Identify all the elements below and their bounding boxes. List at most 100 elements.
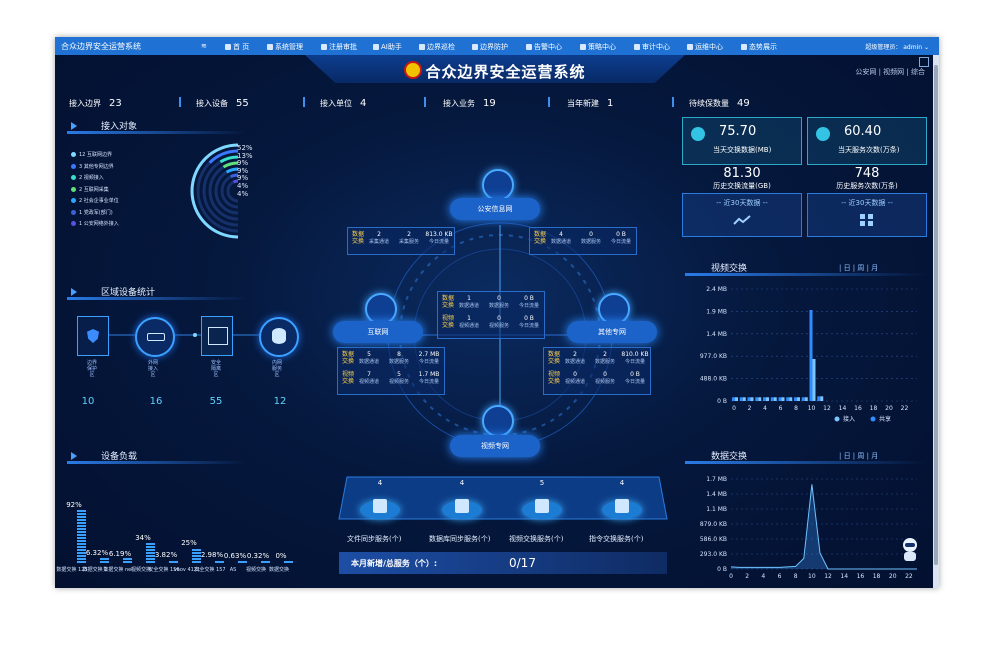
home-icon [225, 44, 231, 50]
legend-label: 共享 [879, 415, 891, 423]
x-tick-label: 6 [779, 405, 783, 412]
service-item[interactable] [597, 489, 647, 521]
region-label: 外网接入区 [148, 360, 159, 378]
nav-system[interactable]: 系统管理 [267, 42, 303, 52]
card-cell: 0 B 今日流量 [606, 231, 636, 245]
card-internet: 数据交换 5 数据通道 8 数据服务 2.7 MB 今日流量 视频交换 7 视频通道 5 视频服务 1.… [337, 347, 445, 395]
card-police-right: 数据交换 4 数据通道 0 数据服务 0 B 今日流量 [529, 227, 637, 255]
card-cell-value: 2 [603, 351, 607, 358]
scrollbar-thumb[interactable] [934, 65, 938, 565]
card-cell: 0 视频服务 [484, 315, 514, 329]
node-police-network[interactable]: 公安信息网 [450, 198, 540, 220]
nav-alarm[interactable]: 告警中心 [526, 42, 562, 52]
fullscreen-icon[interactable] [919, 57, 929, 67]
load-bar [100, 558, 109, 560]
node-other-network[interactable]: 其他专网 [567, 321, 657, 343]
shield-device-icon [77, 316, 109, 356]
card-cell: 0 数据服务 [576, 231, 606, 245]
card-row-label: 数据交换 [342, 351, 355, 365]
card-cell-label: 数据服务 [388, 359, 409, 365]
card-cell-value: 8 [397, 351, 401, 358]
x-tick-label: 22 [905, 573, 913, 580]
legend-label: 2 社会企事业单位 [79, 198, 119, 204]
card-cell-value: 0 B [524, 315, 534, 322]
video-bar-share [766, 397, 769, 401]
nav-policy[interactable]: 策略中心 [580, 42, 616, 52]
nav-ai[interactable]: AI助手 [373, 42, 402, 52]
x-tick-label: 20 [889, 573, 897, 580]
card-cell: 2 采集服务 [394, 231, 424, 245]
legend-item[interactable]: 2 社会企事业单位 [71, 197, 119, 204]
data-period-tabs[interactable]: | 日 | 周 | 月 [839, 451, 878, 461]
card-cell-value: 810.0 KB [621, 351, 649, 358]
user-menu[interactable]: 超级管理员： admin ⌄ [865, 42, 929, 51]
card-cell-label: 今日流量 [428, 239, 449, 245]
card-cell-label: 今日流量 [518, 303, 539, 309]
x-tick-label: 0 [732, 405, 736, 412]
x-tick-label: 2 [745, 573, 749, 580]
section-underline [67, 461, 247, 464]
node-video-network[interactable]: 视频专网 [450, 435, 540, 457]
y-tick-label: 1.4 MB [706, 331, 727, 338]
video-period-tabs[interactable]: | 日 | 周 | 月 [839, 263, 878, 273]
legend-item[interactable]: 2 互联网采集 [71, 186, 109, 193]
radial-bar [222, 161, 238, 169]
nav-protection[interactable]: 边界防护 [472, 42, 508, 52]
load-bar [77, 558, 86, 560]
load-bar [146, 546, 155, 548]
nav-approval[interactable]: 注册审批 [321, 42, 357, 52]
card-row-label: 视频交换 [342, 371, 355, 385]
legend-label: 12 互联网边界 [79, 152, 112, 158]
legend-item[interactable]: 2 视频接入 [71, 174, 104, 181]
load-bar [238, 561, 247, 563]
month-label: 本月新增/总服务（个）: [351, 559, 438, 568]
service-item[interactable] [517, 489, 567, 521]
stat-label: 待续保数量 [689, 99, 729, 108]
nav-audit[interactable]: 审计中心 [634, 42, 670, 52]
legend-item[interactable]: 1 党政军(部门) [71, 209, 113, 216]
hist-value: 748 [854, 166, 880, 181]
legend-label: 接入 [843, 415, 855, 423]
load-bar [169, 561, 178, 563]
video-bar-share [750, 397, 754, 401]
node-internet[interactable]: 互联网 [333, 321, 423, 343]
nav-situation[interactable]: 态势展示 [741, 42, 777, 52]
nav-label: 注册审批 [329, 43, 357, 51]
legend-item[interactable]: 1 公安网络外接入 [71, 220, 119, 227]
card-cell-label: 采集通道 [368, 239, 389, 245]
x-tick-label: 14 [840, 573, 848, 580]
network-switch[interactable]: 公安网 | 视频网 | 综合 [855, 67, 925, 77]
kpi-value: 60.40 [844, 124, 882, 139]
stat-label: 接入业务 [443, 99, 475, 108]
legend-item[interactable]: 3 其他专网边界 [71, 163, 114, 170]
page-scrollbar[interactable] [933, 55, 939, 588]
legend-dot [71, 186, 76, 192]
stat-boundary: 接入边界 23 [69, 98, 122, 109]
card-row-label: 数据交换 [442, 295, 455, 309]
card-row-label: 视频交换 [442, 315, 455, 329]
speed-icon [691, 127, 705, 141]
hist-service: 748 历史服务次数(万条) [807, 166, 927, 191]
nav-inspection[interactable]: 边界巡检 [419, 42, 455, 52]
card-cell-label: 数据通道 [550, 239, 571, 245]
assistant-robot-icon[interactable] [900, 537, 920, 563]
service-item[interactable] [437, 489, 487, 521]
card-cell: 0 视频通道 [560, 371, 590, 385]
nav-collapse-icon[interactable]: ≋ [201, 42, 207, 50]
legend-item[interactable]: 12 互联网边界 [71, 151, 112, 158]
dashboard-title-text: 合众边界安全运营系统 [425, 63, 586, 81]
video-bar-access [739, 397, 743, 401]
last30-service-button[interactable]: -- 近30天数据 -- [807, 193, 927, 237]
nav-label: AI助手 [381, 43, 402, 51]
card-cell: 5 视频服务 [384, 371, 414, 385]
last30-data-button[interactable]: -- 近30天数据 -- [682, 193, 802, 237]
legend-label: 1 党政军(部门) [79, 209, 113, 216]
nav-ops[interactable]: 运维中心 [687, 42, 723, 52]
section-underline [67, 297, 247, 300]
nav-home[interactable]: 首 页 [225, 42, 249, 52]
x-tick-label: 20 [885, 405, 893, 412]
card-center: 数据交换 1 数据通道 0 数据服务 0 B 今日流量 视频交换 1 视频通道 0 视频服务 0 B 今日… [437, 291, 545, 339]
x-tick-label: 8 [794, 573, 798, 580]
x-tick-label: 10 [808, 573, 816, 580]
service-item[interactable] [355, 489, 405, 521]
